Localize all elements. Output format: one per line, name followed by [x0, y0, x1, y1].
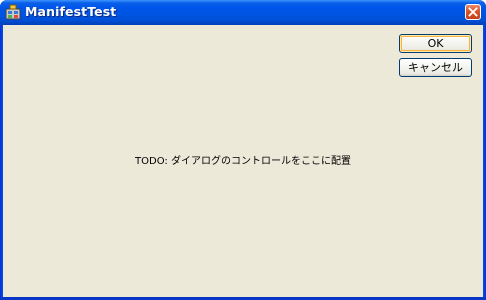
dialog-window: ManifestTest OK キャンセル TODO: ダイアログのコントロール… — [0, 0, 486, 300]
dialog-client-area: OK キャンセル TODO: ダイアログのコントロールをここに配置 — [3, 25, 483, 297]
cancel-button[interactable]: キャンセル — [399, 58, 472, 77]
todo-placeholder-text: TODO: ダイアログのコントロールをここに配置 — [135, 156, 351, 167]
ok-button[interactable]: OK — [399, 34, 472, 53]
close-button[interactable] — [465, 4, 481, 20]
window-title: ManifestTest — [25, 4, 117, 19]
close-icon — [468, 7, 478, 17]
app-window-icon[interactable] — [5, 4, 21, 20]
title-bar[interactable]: ManifestTest — [0, 0, 486, 25]
